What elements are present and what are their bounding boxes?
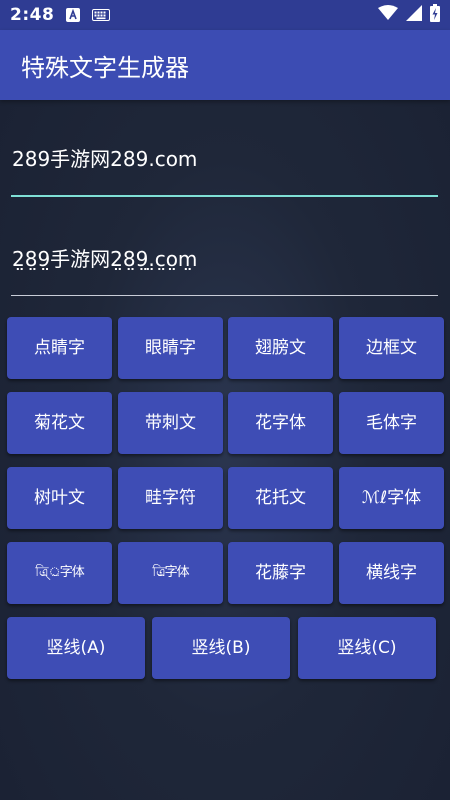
signal-icon bbox=[406, 4, 422, 26]
btn-chibang[interactable]: 翅膀文 bbox=[228, 317, 333, 379]
btn-daici[interactable]: 带刺文 bbox=[118, 392, 223, 454]
a-badge-icon bbox=[66, 8, 81, 22]
btn-dianjing[interactable]: 点睛字 bbox=[7, 317, 112, 379]
btn-biankuang[interactable]: 边框文 bbox=[339, 317, 444, 379]
btn-huatuo[interactable]: 花托文 bbox=[228, 467, 333, 529]
btn-ml-ziti[interactable]: ℳℓ字体 bbox=[339, 467, 444, 529]
output-underline bbox=[11, 295, 438, 296]
status-time: 2:48 bbox=[10, 5, 55, 25]
btn-huateng[interactable]: 花藤字 bbox=[228, 542, 333, 604]
battery-charging-icon bbox=[430, 3, 440, 27]
btn-shuxian-b[interactable]: 竖线(B) bbox=[152, 617, 290, 679]
input-underline bbox=[11, 195, 438, 197]
btn-juhua[interactable]: 菊花文 bbox=[7, 392, 112, 454]
keyboard-icon bbox=[92, 9, 111, 21]
output-text[interactable]: 2̤8̤9̤手游网2̤8̤9̤.̤c̤o̤m̤ bbox=[11, 243, 438, 272]
input-field[interactable]: 289手游网289.com bbox=[11, 143, 438, 199]
status-bar: 2:48 bbox=[0, 0, 450, 30]
btn-huaziti[interactable]: 花字体 bbox=[228, 392, 333, 454]
wifi-icon bbox=[378, 4, 398, 26]
status-right-icons bbox=[378, 3, 440, 27]
btn-hengxian[interactable]: 横线字 bbox=[339, 542, 444, 604]
app-bar: 特殊文字生成器 bbox=[0, 30, 450, 100]
btn-shuye[interactable]: 树叶文 bbox=[7, 467, 112, 529]
btn-flourish-a[interactable]: ত্র্রি্্ৰ字体 bbox=[7, 542, 112, 604]
btn-flourish-b[interactable]: ত্ৰ্ৰ্ৰ্ৰ্ৰি字体 bbox=[118, 542, 223, 604]
btn-maotizi[interactable]: 毛体字 bbox=[339, 392, 444, 454]
input-text[interactable]: 289手游网289.com bbox=[11, 143, 438, 172]
btn-kuangzifu[interactable]: 畦字符 bbox=[118, 467, 223, 529]
output-field[interactable]: 2̤8̤9̤手游网2̤8̤9̤.̤c̤o̤m̤ bbox=[11, 243, 438, 299]
btn-shuxian-c[interactable]: 竖线(C) bbox=[298, 617, 436, 679]
btn-shuxian-a[interactable]: 竖线(A) bbox=[7, 617, 145, 679]
app-title: 特殊文字生成器 bbox=[21, 53, 189, 82]
btn-yanjing[interactable]: 眼睛字 bbox=[118, 317, 223, 379]
